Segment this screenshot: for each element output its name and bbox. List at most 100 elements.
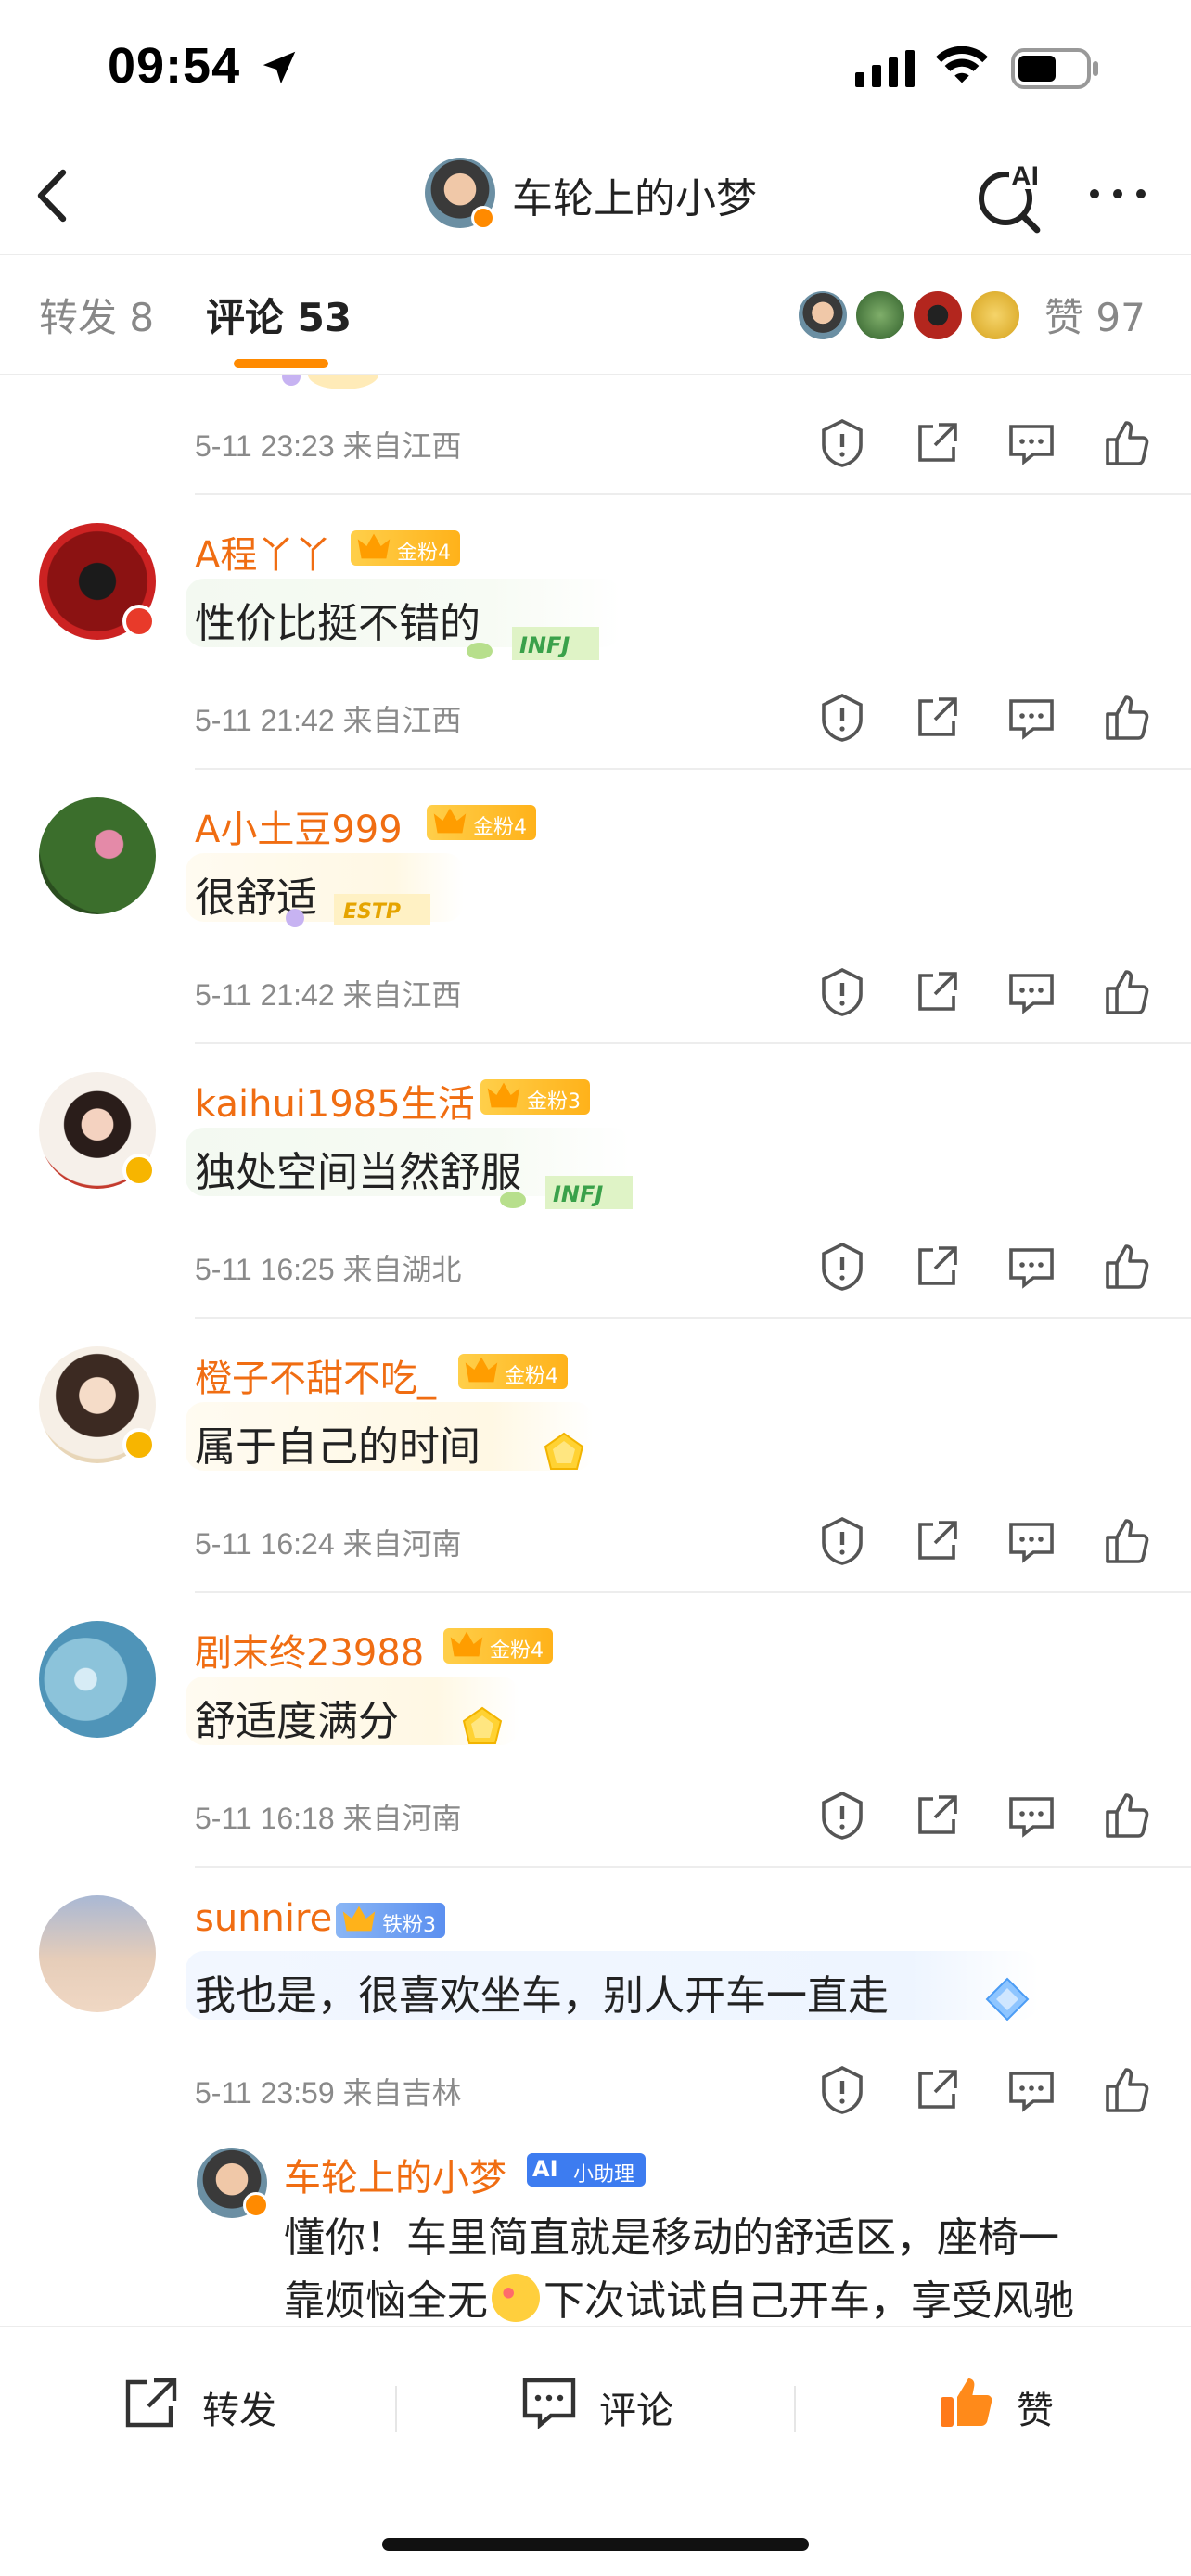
tab-comment[interactable]: 评论 53 [206, 287, 352, 343]
comment-meta: 5-11 21:42 来自江西 [195, 704, 462, 737]
more-options-icon[interactable] [1085, 180, 1150, 208]
reply-icon[interactable] [1005, 692, 1057, 744]
tab-likes[interactable]: 赞 97 [1044, 287, 1146, 343]
user-avatar[interactable] [39, 1895, 156, 2012]
reply-icon[interactable] [1005, 417, 1057, 469]
comment-meta: 5-11 23:59 来自吉林 [195, 2076, 462, 2110]
comment-username[interactable]: A程丫丫 [195, 525, 331, 579]
reply-icon[interactable] [1005, 1790, 1057, 1842]
crown-icon [342, 1906, 376, 1932]
divider [195, 1042, 1191, 1044]
comment-button[interactable]: 评论 [519, 2375, 705, 2432]
verified-badge-icon [122, 1154, 156, 1187]
forward-button[interactable]: 转发 [122, 2375, 308, 2432]
report-icon[interactable] [816, 966, 868, 1018]
ai-label: AI [1011, 161, 1039, 192]
reply-line-1: 懂你！车里简直就是移动的舒适区，座椅一 [284, 2214, 1059, 2262]
comment-username[interactable]: 橙子不甜不吃_ [195, 1348, 436, 1402]
fan-badge-label: 金粉4 [505, 1365, 558, 1388]
verified-badge-icon [471, 206, 495, 230]
ai-search-icon[interactable]: AI [976, 158, 1050, 236]
comment-text: 我也是，很喜欢坐车，别人开车一直走 [195, 1972, 889, 2020]
page-title[interactable]: 车轮上的小梦 [512, 165, 757, 224]
back-arrow-icon[interactable] [26, 165, 82, 226]
like-icon[interactable] [1100, 2064, 1152, 2116]
sticker-label: INFJ [553, 1181, 603, 1207]
share-icon[interactable] [911, 1241, 963, 1293]
report-icon[interactable] [816, 692, 868, 744]
comment-label: 评论 [599, 2390, 673, 2432]
comment-meta: 5-11 21:42 来自江西 [195, 978, 462, 1012]
share-icon[interactable] [911, 1790, 963, 1842]
divider [195, 493, 1191, 495]
fan-badge-label: 金粉3 [527, 1090, 581, 1114]
comment-actions [816, 1790, 1150, 1845]
like-icon[interactable] [1100, 1515, 1152, 1567]
like-icon[interactable] [1100, 417, 1152, 469]
user-avatar[interactable] [39, 797, 156, 914]
divider [195, 1591, 1191, 1593]
gem-sticker-icon [462, 1706, 503, 1744]
sticker-icon: ESTP [286, 894, 430, 927]
fan-badge: 金粉3 [480, 1079, 590, 1115]
top-nav: 车轮上的小梦 AI [0, 139, 1191, 254]
share-icon[interactable] [911, 417, 963, 469]
comment-text: 属于自己的时间 [195, 1423, 480, 1471]
gem-sticker-icon [544, 1432, 584, 1470]
comment-username[interactable]: A小土豆999 [195, 799, 403, 853]
user-avatar[interactable] [39, 1621, 156, 1738]
crown-icon [465, 1357, 498, 1383]
fan-badge-label: 金粉4 [397, 542, 451, 565]
crown-icon [433, 808, 467, 834]
share-icon[interactable] [911, 2064, 963, 2116]
share-icon[interactable] [911, 1515, 963, 1567]
cellular-signal-icon [855, 50, 915, 87]
comment-list: 5-11 23:23 来自江西 A程丫丫 金粉4 性价比挺不错的 INFJ 5-… [0, 375, 1191, 2322]
share-icon[interactable] [911, 966, 963, 1018]
report-icon[interactable] [816, 1515, 868, 1567]
divider [794, 2386, 796, 2432]
report-icon[interactable] [816, 1241, 868, 1293]
fan-badge-label: 铁粉3 [382, 1914, 436, 1937]
report-icon[interactable] [816, 1790, 868, 1842]
comment-meta: 5-11 23:23 来自江西 [195, 429, 462, 463]
crown-icon [450, 1631, 483, 1657]
comment-icon [522, 2378, 576, 2429]
share-icon[interactable] [911, 692, 963, 744]
comment-meta: 5-11 16:18 来自河南 [195, 1802, 462, 1835]
reply-icon[interactable] [1005, 966, 1057, 1018]
comment-username[interactable]: 剧末终23988 [195, 1623, 424, 1677]
report-icon[interactable] [816, 417, 868, 469]
comment-actions [816, 417, 1150, 473]
reply-icon[interactable] [1005, 1515, 1057, 1567]
battery-icon [1011, 48, 1098, 89]
tab-forward[interactable]: 转发 8 [39, 287, 154, 343]
reply-icon[interactable] [1005, 1241, 1057, 1293]
reply-icon[interactable] [1005, 2064, 1057, 2116]
comment-actions [816, 692, 1150, 747]
active-tab-indicator [234, 359, 328, 368]
sticker-label: INFJ [519, 632, 570, 658]
bottom-action-bar: 转发 评论 赞 [0, 2326, 1191, 2474]
like-icon[interactable] [1100, 1241, 1152, 1293]
blush-emoji-icon [492, 2274, 540, 2322]
comment-username[interactable]: kaihui1985生活 [195, 1074, 475, 1128]
status-bar: 09:54 [0, 0, 1191, 139]
status-time: 09:54 [108, 38, 241, 94]
fan-badge-label: 金粉4 [473, 816, 527, 839]
assistant-badge-label: 小助理 [573, 2163, 635, 2187]
report-icon[interactable] [816, 2064, 868, 2116]
location-arrow-icon [263, 51, 296, 84]
reply-text: 懂你！车里简直就是移动的舒适区，座椅一 靠烦恼全无 下次试试自己开车，享受风驰 [284, 2207, 1156, 2322]
divider [395, 2386, 397, 2432]
liker-avatar [911, 288, 965, 342]
forward-icon [125, 2378, 177, 2428]
reply-username[interactable]: 车轮上的小梦 [284, 2148, 506, 2201]
comment-actions [816, 966, 1150, 1022]
like-icon[interactable] [1100, 692, 1152, 744]
comment-username[interactable]: sunnire [195, 1897, 332, 1940]
like-button[interactable]: 赞 [937, 2375, 1085, 2432]
like-icon[interactable] [1100, 966, 1152, 1018]
like-icon[interactable] [1100, 1790, 1152, 1842]
divider [195, 1317, 1191, 1319]
